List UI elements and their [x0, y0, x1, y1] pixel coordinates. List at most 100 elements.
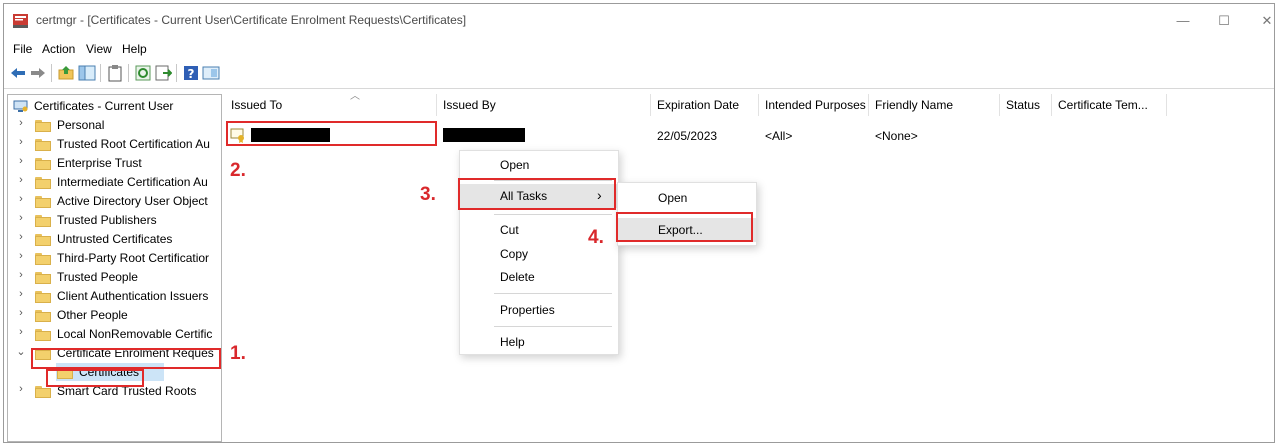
chevron-right-icon[interactable]: › [16, 155, 26, 167]
tree-item-label: Trusted People [57, 270, 138, 284]
tree-item[interactable]: › Local NonRemovable Certific [8, 325, 221, 344]
tree-item[interactable]: › Untrusted Certificates [8, 230, 221, 249]
col-issued-by[interactable]: Issued By [437, 94, 651, 116]
chevron-down-icon[interactable]: ⌄ [16, 345, 26, 358]
computer-cert-icon [13, 100, 28, 112]
chevron-right-icon[interactable]: › [16, 136, 26, 148]
col-issued-to[interactable]: Issued To ︿ [225, 91, 437, 116]
tree-item[interactable]: › Other People [8, 306, 221, 325]
cell-expiration-date: 22/05/2023 [657, 129, 718, 143]
tree-item-label: Third-Party Root Certificatior [57, 251, 210, 265]
window-title: certmgr - [Certificates - Current User\C… [36, 13, 467, 27]
chevron-right-icon[interactable]: › [16, 117, 26, 129]
folder-icon [35, 386, 51, 398]
redacted-issued-by [443, 128, 525, 142]
chevron-right-icon[interactable]: › [16, 383, 26, 395]
tree-item-label: Local NonRemovable Certific [57, 327, 213, 341]
tree-item[interactable]: › Client Authentication Issuers [8, 287, 221, 306]
menu-item-delete[interactable]: Delete [460, 265, 618, 289]
chevron-right-icon[interactable]: › [16, 212, 26, 224]
col-status[interactable]: Status [1000, 94, 1052, 116]
col-intended-purposes[interactable]: Intended Purposes [759, 94, 869, 116]
sort-ascending-icon: ︿ [350, 91, 360, 102]
col-certificate-template[interactable]: Certificate Tem... [1052, 94, 1167, 116]
forward-arrow-icon[interactable] [29, 64, 47, 82]
cell-friendly-name: <None> [875, 129, 918, 143]
col-expiration-date[interactable]: Expiration Date [651, 94, 759, 116]
folder-icon [35, 158, 51, 170]
menu-item-copy-label: Copy [500, 247, 529, 261]
menu-separator [494, 326, 612, 327]
tree-item[interactable]: › Enterprise Trust [8, 154, 221, 173]
annotation-box-step-1-child [46, 369, 144, 387]
tree-item[interactable]: › Trusted Publishers [8, 211, 221, 230]
chevron-right-icon[interactable]: › [16, 174, 26, 186]
up-folder-icon[interactable] [57, 64, 75, 82]
tree-item[interactable]: › Trusted People [8, 268, 221, 287]
annotation-box-step-2 [226, 121, 437, 146]
col-issued-to-label: Issued To [231, 98, 283, 112]
chevron-right-icon[interactable]: › [16, 307, 26, 319]
refresh-icon[interactable] [134, 64, 152, 82]
chevron-right-icon[interactable]: › [16, 231, 26, 243]
col-friendly-name[interactable]: Friendly Name [869, 94, 1000, 116]
menu-action[interactable]: Action [42, 42, 75, 56]
tree-item-label: Trusted Root Certification Au [57, 137, 210, 151]
toolbar-separator [51, 64, 52, 82]
clipboard-icon[interactable] [106, 64, 124, 82]
maximize-button[interactable]: ☐ [1201, 4, 1247, 38]
title-bar: certmgr - [Certificates - Current User\C… [4, 4, 1274, 38]
properties-pane-icon[interactable] [202, 64, 220, 82]
minimize-button[interactable]: — [1160, 4, 1206, 38]
menu-item-help[interactable]: Help [460, 330, 618, 354]
chevron-right-icon[interactable]: › [16, 250, 26, 262]
back-arrow-icon[interactable] [9, 64, 27, 82]
menu-item-properties[interactable]: Properties [460, 298, 618, 322]
tree-item[interactable]: › Active Directory User Object [8, 192, 221, 211]
tree-item[interactable]: › Intermediate Certification Au [8, 173, 221, 192]
close-button[interactable]: ✕ [1244, 4, 1279, 38]
chevron-right-icon[interactable]: › [16, 288, 26, 300]
submenu-item-open[interactable]: Open [618, 186, 756, 210]
folder-icon [35, 329, 51, 341]
chevron-right-icon[interactable]: › [16, 193, 26, 205]
folder-icon [35, 310, 51, 322]
toolbar-divider [4, 88, 1274, 89]
folder-icon [35, 291, 51, 303]
menu-item-open-label: Open [500, 158, 530, 172]
tree-item-label: Personal [57, 118, 105, 132]
toolbar-separator [100, 64, 101, 82]
folder-icon [35, 120, 51, 132]
folder-icon [35, 234, 51, 246]
certmgr-window: certmgr - [Certificates - Current User\C… [3, 3, 1275, 443]
tree-root-label: Certificates - Current User [34, 99, 174, 113]
export-list-icon[interactable] [154, 64, 172, 82]
step-label-1: 1. [230, 343, 246, 364]
step-label-4: 4. [588, 227, 604, 248]
tree-item[interactable]: › Personal [8, 116, 221, 135]
menu-help[interactable]: Help [122, 42, 147, 56]
tree-item-label: Intermediate Certification Au [57, 175, 208, 189]
tree-root[interactable]: Certificates - Current User [8, 97, 221, 116]
help-icon[interactable]: ? [182, 64, 200, 82]
toolbar-separator [176, 64, 177, 82]
tree-item[interactable]: › Trusted Root Certification Au [8, 135, 221, 154]
tree-item-label: Untrusted Certificates [57, 232, 173, 246]
toolbar-separator [128, 64, 129, 82]
annotation-box-step-4 [616, 212, 753, 242]
certificate-list: Issued To ︿ Issued By Expiration Date In… [225, 91, 1274, 442]
chevron-right-icon[interactable]: › [16, 326, 26, 338]
tree-item-label: Other People [57, 308, 128, 322]
show-hide-tree-icon[interactable] [78, 64, 96, 82]
chevron-right-icon[interactable]: › [16, 269, 26, 281]
tree-item-label: Active Directory User Object [57, 194, 208, 208]
certmgr-app-icon [13, 14, 28, 28]
folder-icon [35, 177, 51, 189]
menu-file[interactable]: File [13, 42, 32, 56]
menu-item-help-label: Help [500, 335, 525, 349]
menu-item-open[interactable]: Open [460, 153, 618, 177]
menu-view[interactable]: View [86, 42, 112, 56]
console-tree: Certificates - Current User › Personal › Tr… [7, 94, 222, 442]
step-label-3: 3. [420, 184, 436, 205]
tree-item[interactable]: › Third-Party Root Certificatior [8, 249, 221, 268]
